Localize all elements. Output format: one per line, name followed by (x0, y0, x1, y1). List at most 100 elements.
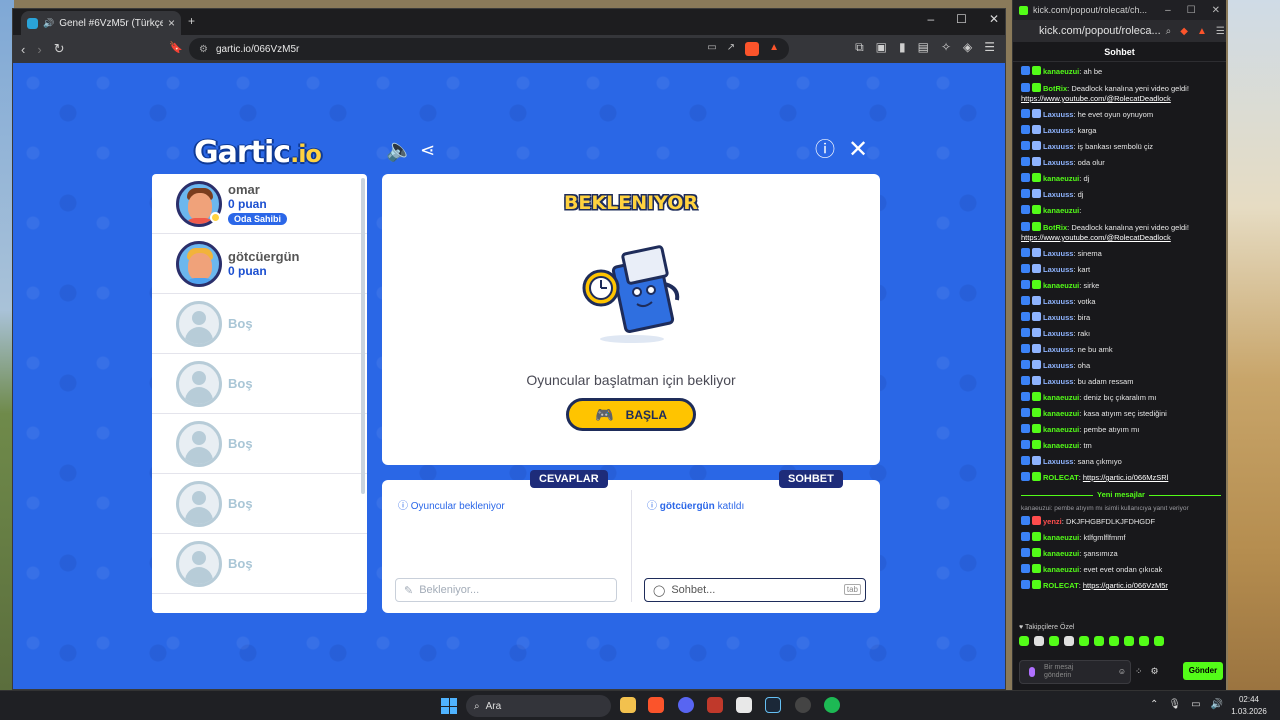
chat-username[interactable]: kanaeuzui (1043, 206, 1079, 215)
microphone-icon[interactable]: 🎙 (1168, 699, 1181, 710)
close-room-icon[interactable]: ✕ (848, 138, 868, 162)
chat-username[interactable]: kanaeuzui (1043, 533, 1079, 542)
player-row[interactable]: götcüergün 0 puan (152, 234, 367, 294)
wallet-icon[interactable]: ▤ (918, 40, 929, 55)
site-settings-icon[interactable]: ⚙ (199, 44, 208, 55)
chat-username[interactable]: kanaeuzui (1043, 565, 1079, 574)
chat-link[interactable]: https://gartic.io/066MzSRl (1083, 473, 1168, 482)
emote-icon[interactable] (1139, 636, 1149, 646)
close-window-icon[interactable]: ✕ (989, 12, 999, 26)
leo-ai-icon[interactable]: ✧ (941, 40, 951, 55)
emote-icon[interactable] (1079, 636, 1089, 646)
brave-browser-icon[interactable] (648, 697, 664, 713)
emote-icon[interactable] (1124, 636, 1134, 646)
chat-username[interactable]: kanaeuzui (1043, 281, 1079, 290)
emoji-icon[interactable]: ☺ (1118, 668, 1126, 676)
vpn-icon[interactable]: ◈ (963, 40, 972, 55)
screenshot-icon[interactable]: ▣ (876, 40, 887, 55)
new-tab-button[interactable]: + (188, 14, 195, 28)
minimize-icon[interactable]: – (1165, 5, 1171, 16)
close-tab-icon[interactable]: × (168, 16, 175, 30)
extensions-icon[interactable]: ⧉ (855, 40, 864, 55)
chat-username[interactable]: BotRix (1043, 223, 1067, 232)
emote-icon[interactable] (1064, 636, 1074, 646)
menu-icon[interactable]: ☰ (1216, 26, 1225, 37)
taskbar-search[interactable]: ⌕ Ara (466, 695, 611, 717)
chat-username[interactable]: Laxuuss (1043, 142, 1073, 151)
taskbar-clock[interactable]: 02:44 1.03.2026 (1226, 694, 1272, 718)
discord-icon[interactable] (678, 697, 694, 713)
address-bar[interactable]: ⚙ gartic.io/066VzM5r ▭ ↗ ▲ (189, 38, 789, 60)
connections-icon[interactable]: ⁘ (1135, 666, 1143, 677)
emote-icon[interactable] (1154, 636, 1164, 646)
menu-icon[interactable]: ☰ (984, 40, 995, 55)
emote-icon[interactable] (1094, 636, 1104, 646)
browser-tab-gartic[interactable]: 🔊 Genel #6VzM5r (Türkçe) - Gar × (21, 11, 181, 35)
chat-username[interactable]: Laxuuss (1043, 110, 1073, 119)
chat-link[interactable]: https://www.youtube.com/@RolecatDeadlock (1021, 94, 1171, 103)
brave-rewards-icon[interactable]: ▲ (1197, 26, 1207, 37)
spotify-icon[interactable] (824, 697, 840, 713)
start-game-button[interactable]: 🎮 BAŞLA (566, 398, 696, 431)
chat-username[interactable]: Laxuuss (1043, 249, 1073, 258)
info-icon[interactable]: ⓘ (815, 139, 835, 161)
chat-input[interactable]: ◯ Sohbet... tab (644, 578, 866, 602)
player-row-owner[interactable]: omar 0 puan Oda Sahibi (152, 174, 367, 234)
chat-username[interactable]: kanaeuzui (1043, 174, 1079, 183)
emote-icon[interactable] (1049, 636, 1059, 646)
chat-username[interactable]: BotRix (1043, 84, 1067, 93)
recorder-icon[interactable] (707, 697, 723, 713)
chat-username[interactable]: Laxuuss (1043, 297, 1073, 306)
chat-username[interactable]: Laxuuss (1043, 329, 1073, 338)
emote-icon[interactable] (1034, 636, 1044, 646)
brave-shields-icon[interactable] (745, 42, 760, 56)
windows-start-icon[interactable] (441, 698, 457, 714)
chat-username[interactable]: Laxuuss (1043, 265, 1073, 274)
maximize-icon[interactable]: ☐ (1187, 5, 1196, 16)
emote-icon[interactable] (1109, 636, 1119, 646)
chat-username[interactable]: kanaeuzui (1043, 549, 1079, 558)
chat-username[interactable]: kanaeuzui (1043, 409, 1079, 418)
emote-icon[interactable] (1019, 636, 1029, 646)
chevron-up-icon[interactable]: ⌃ (1150, 699, 1158, 710)
network-icon[interactable]: ▭ (1191, 699, 1200, 710)
back-icon[interactable]: ‹ (21, 42, 25, 57)
chat-username[interactable]: yenzi (1043, 517, 1062, 526)
brave-shields-icon[interactable]: ◆ (1180, 26, 1188, 37)
chat-username[interactable]: Laxuuss (1043, 190, 1073, 199)
obs-icon[interactable] (795, 697, 811, 713)
close-window-icon[interactable]: ✕ (1212, 5, 1220, 16)
chat-username[interactable]: Laxuuss (1043, 126, 1073, 135)
chat-link[interactable]: https://www.youtube.com/@RolecatDeadlock (1021, 233, 1171, 242)
chat-message-input[interactable]: Bir mesaj gönderin ☺ (1019, 660, 1131, 684)
chat-username[interactable]: Laxuuss (1043, 377, 1073, 386)
file-explorer-icon[interactable] (620, 697, 636, 713)
player-list-scrollbar[interactable] (361, 178, 365, 494)
send-button[interactable]: Gönder (1183, 662, 1223, 680)
steam-icon[interactable] (765, 697, 781, 713)
share-room-icon[interactable]: ⋖ (420, 139, 435, 161)
chat-username[interactable]: Laxuuss (1043, 345, 1073, 354)
chat-address-bar[interactable]: kick.com/popout/roleca... ⌕ ◆ ▲ ☰ (1013, 20, 1226, 42)
chat-username[interactable]: ROLECAT (1043, 473, 1079, 482)
reload-icon[interactable]: ↻ (54, 41, 65, 57)
minimize-icon[interactable]: – (927, 12, 934, 26)
chat-username[interactable]: Laxuuss (1043, 313, 1073, 322)
share-icon[interactable]: ↗ (727, 42, 735, 56)
search-icon[interactable]: ⌕ (1166, 26, 1172, 37)
chat-username[interactable]: Laxuuss (1043, 361, 1073, 370)
tab-chat[interactable]: SOHBET (779, 470, 843, 488)
tab-answers[interactable]: CEVAPLAR (530, 470, 608, 488)
chat-username[interactable]: kanaeuzui (1043, 67, 1079, 76)
chat-username[interactable]: kanaeuzui (1043, 441, 1079, 450)
epic-games-icon[interactable] (736, 697, 752, 713)
maximize-icon[interactable]: ☐ (956, 12, 967, 26)
chat-username[interactable]: kanaeuzui (1043, 425, 1079, 434)
brave-rewards-icon[interactable]: ▲ (769, 42, 779, 56)
chat-username[interactable]: Laxuuss (1043, 457, 1073, 466)
sound-icon[interactable]: 🔈 (386, 139, 413, 161)
chat-username[interactable]: kanaeuzui (1043, 393, 1079, 402)
chat-username[interactable]: Laxuuss (1043, 158, 1073, 167)
volume-icon[interactable]: 🔊 (1211, 699, 1223, 710)
settings-gear-icon[interactable]: ⚙ (1151, 666, 1159, 677)
